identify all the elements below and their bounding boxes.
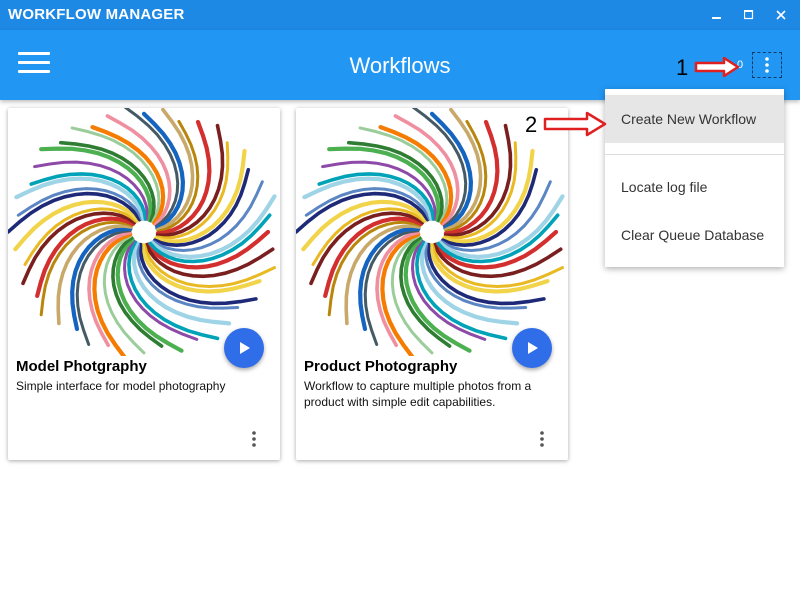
more-options-button[interactable] [752,52,782,78]
card-title: Product Photography [304,358,458,375]
close-icon [776,10,786,20]
window-title: WORKFLOW MANAGER [8,6,185,23]
card-more-button[interactable] [532,428,552,450]
card-description: Simple interface for model photography [16,379,226,393]
minimize-icon [712,17,721,19]
card-title: Model Photgraphy [16,358,147,375]
card-description: Workflow to capture multiple photos from… [304,379,532,409]
play-icon [528,342,538,354]
menu-item-locate-log-file[interactable]: Locate log file [605,163,784,211]
spiral-art-image [8,108,277,356]
minimize-button[interactable] [702,3,732,27]
spiral-art-image [296,108,565,356]
more-vert-icon [540,431,544,447]
annotation-arrow-1-icon [694,57,740,77]
close-window-button[interactable] [766,3,796,27]
more-vert-icon [765,57,769,73]
maximize-icon [744,10,754,20]
card-more-button[interactable] [244,428,264,450]
more-vert-icon [252,431,256,447]
play-button[interactable] [224,328,264,368]
menu-item-create-new-workflow[interactable]: Create New Workflow [605,95,784,143]
menu-divider [605,154,784,155]
menu-item-clear-queue-database[interactable]: Clear Queue Database [605,211,784,259]
annotation-step-2: 2 [525,112,538,137]
maximize-button[interactable] [734,3,764,27]
window-title-bar: WORKFLOW MANAGER [0,0,800,30]
workflow-card[interactable]: Product Photography Workflow to capture … [296,108,568,460]
annotation-step-1: 1 [676,55,689,80]
play-button[interactable] [512,328,552,368]
workflow-card[interactable]: Model Photgraphy Simple interface for mo… [8,108,280,460]
annotation-arrow-2-icon [543,111,607,137]
play-icon [240,342,250,354]
options-menu: Create New Workflow Locate log file Clea… [605,89,784,267]
